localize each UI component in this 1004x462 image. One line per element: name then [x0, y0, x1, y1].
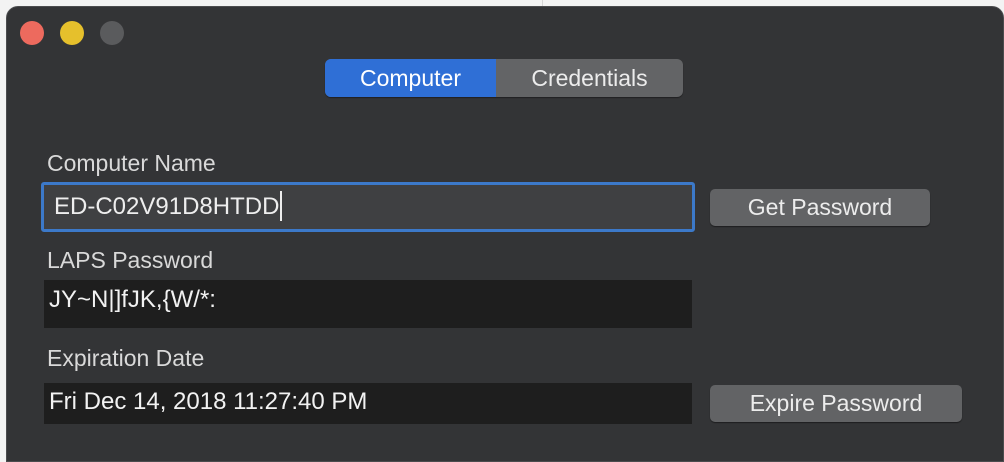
laps-window: Computer Credentials Computer Name ED-C0… — [6, 6, 1004, 462]
tab-computer[interactable]: Computer — [325, 59, 496, 97]
text-caret — [280, 190, 283, 221]
laps-password-field[interactable]: JY~N|]fJK,{W/*: — [44, 280, 692, 328]
computer-name-input[interactable]: ED-C02V91D8HTDD — [41, 182, 695, 232]
computer-name-label: Computer Name — [47, 150, 216, 176]
expiration-date-field[interactable]: Fri Dec 14, 2018 11:27:40 PM — [44, 383, 692, 424]
laps-password-label: LAPS Password — [47, 247, 214, 273]
expiration-date-label: Expiration Date — [47, 345, 205, 371]
tab-credentials[interactable]: Credentials — [496, 59, 683, 97]
tab-segmented-control: Computer Credentials — [325, 59, 683, 97]
expire-password-button[interactable]: Expire Password — [710, 385, 962, 422]
get-password-button[interactable]: Get Password — [710, 189, 930, 226]
computer-name-value: ED-C02V91D8HTDD — [54, 193, 280, 220]
zoom-window-button[interactable] — [100, 21, 124, 45]
minimize-window-button[interactable] — [60, 21, 84, 45]
close-window-button[interactable] — [20, 21, 44, 45]
